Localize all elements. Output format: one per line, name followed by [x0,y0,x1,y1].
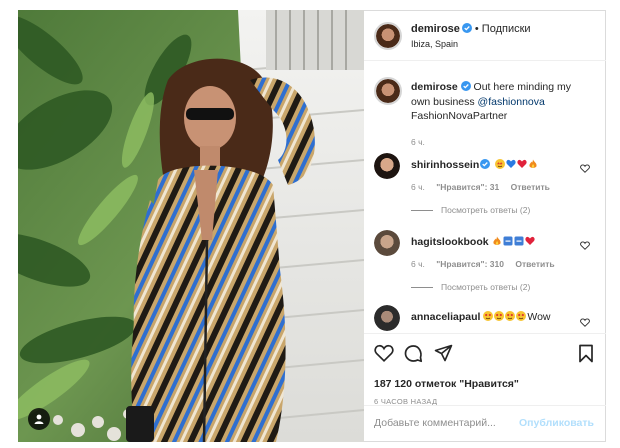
comment-likes[interactable]: "Нравится": 310 [436,259,504,269]
like-comment-heart-icon[interactable] [580,237,590,255]
photo-illustration [18,10,364,442]
follow-button[interactable]: Подписки [482,23,531,35]
starstruck-face-icon [494,311,505,321]
add-comment-bar: Опубликовать [364,405,606,443]
header-user-line: demirose • Подписки [411,23,531,36]
starstruck-face-icon [483,311,494,321]
verified-badge-icon [460,81,471,95]
like-heart-icon[interactable] [374,344,394,367]
caption-avatar[interactable] [374,77,402,105]
post-modal: demirose • Подписки Ibiza, Spain demirose … [0,0,620,448]
comment-line: hagitslookbook [411,236,536,248]
reply-button[interactable]: Ответить [511,182,550,192]
view-replies-label: Посмотреть ответы (2) [441,205,531,215]
verified-badge-icon [461,23,472,36]
view-replies-button[interactable]: Посмотреть ответы (2) [411,282,530,292]
commenter-avatar[interactable] [374,230,400,256]
caption-timestamp: 6 ч. [411,137,425,147]
starstruck-face-icon [495,159,506,169]
fire-icon [492,236,501,245]
fire-icon [529,159,537,168]
replies-divider [411,210,433,212]
comment-input[interactable] [374,417,524,429]
post-side-panel: demirose • Подписки Ibiza, Spain demirose … [364,10,606,442]
tagged-people-icon[interactable] [28,408,50,430]
publish-comment-button[interactable]: Опубликовать [519,417,594,429]
header-separator: • [474,23,479,35]
comment-time: 6 ч. [411,259,425,269]
caption-text: demirose Out here minding my own busines… [411,80,591,123]
red-heart-icon [517,159,527,168]
starstruck-face-icon [505,311,516,321]
comment-time: 6 ч. [411,182,425,192]
caption-mention-link[interactable]: @fashionnova [478,96,545,108]
blue-heart-icon [506,159,516,168]
starstruck-face-icon [516,311,527,321]
commenter-avatar[interactable] [374,305,400,331]
commenter-username[interactable]: shirinhossein [411,159,479,171]
comment-line: annaceliapaul Wow [411,311,551,323]
caption-hashtag: FashionNovaPartner [411,110,508,122]
reply-button[interactable]: Ответить [515,259,554,269]
red-heart-icon [524,236,535,245]
view-replies-label: Посмотреть ответы (2) [441,282,531,292]
author-username[interactable]: demirose [411,23,460,35]
commenter-avatar[interactable] [374,153,400,179]
like-comment-heart-icon[interactable] [580,314,590,332]
comment-likes[interactable]: "Нравится": 31 [436,182,499,192]
author-avatar[interactable] [374,22,402,50]
comment-text: Wow [527,311,551,323]
commenter-username[interactable]: annaceliapaul [411,311,480,323]
post-header: demirose • Подписки Ibiza, Spain [364,11,606,61]
replies-divider [411,287,433,289]
view-replies-button[interactable]: Посмотреть ответы (2) [411,205,530,215]
commenter-username[interactable]: hagitslookbook [411,236,489,248]
blue-square-icon [503,236,513,246]
comment-meta: 6 ч. "Нравится": 310 Ответить [411,259,564,269]
post-location[interactable]: Ibiza, Spain [411,39,458,49]
comment-meta: 6 ч. "Нравится": 31 Ответить [411,182,559,192]
caption-username[interactable]: demirose [411,81,458,93]
blue-square-icon [514,236,524,246]
share-paper-plane-icon[interactable] [434,344,453,367]
likes-count[interactable]: 187 120 отметок "Нравится" [374,378,519,390]
post-photo[interactable] [18,10,364,442]
comment-bubble-icon[interactable] [404,344,423,368]
comment-line: shirinhossein [411,159,539,172]
like-comment-heart-icon[interactable] [580,160,590,178]
save-bookmark-icon[interactable] [578,344,594,368]
verified-badge-icon [480,159,491,172]
